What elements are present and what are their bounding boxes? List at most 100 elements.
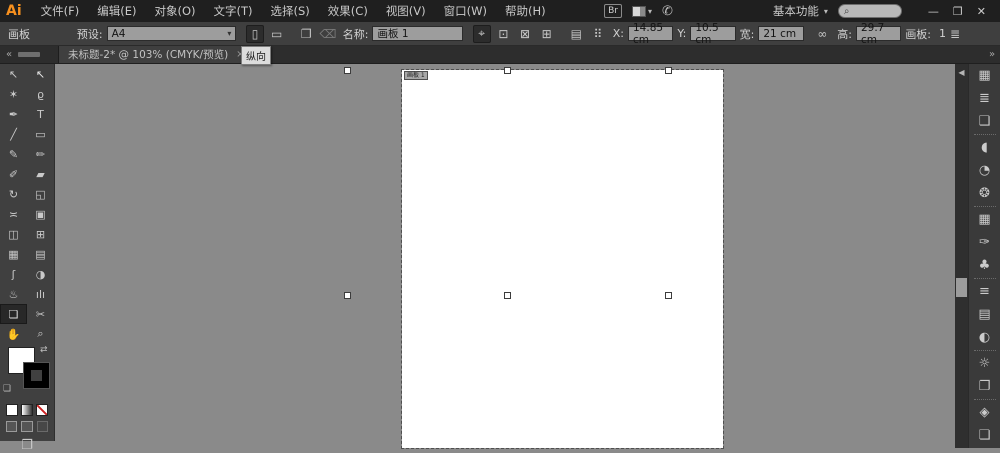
menu-file[interactable]: 文件(F) (32, 3, 89, 19)
dock-collapse-icon[interactable]: ◀ (955, 64, 968, 77)
delete-artboard-button[interactable]: ⌫ (319, 25, 337, 43)
screen-mode-button[interactable]: ❐ (0, 435, 54, 453)
blend-tool[interactable]: ◑ (27, 264, 54, 284)
handle-center[interactable] (504, 292, 511, 299)
height-input[interactable]: 29.7 cm (856, 26, 901, 41)
menu-view[interactable]: 视图(V) (377, 3, 435, 19)
artboard[interactable]: 画板 1 (402, 70, 723, 448)
menu-help[interactable]: 帮助(H) (496, 3, 555, 19)
line-segment-tool[interactable]: ╱ (0, 124, 27, 144)
portrait-orientation-button[interactable]: ▯ (246, 25, 264, 43)
handle-top-left[interactable] (344, 67, 351, 74)
minimize-button[interactable]: — (928, 5, 939, 18)
pen-tool[interactable]: ✒ (0, 104, 27, 124)
menu-type[interactable]: 文字(T) (205, 3, 262, 19)
handle-top-right[interactable] (665, 67, 672, 74)
close-button[interactable]: ✕ (977, 5, 986, 18)
collapse-toolbar-icon[interactable]: « (0, 46, 18, 63)
artboard-name-input[interactable]: 画板 1 (372, 26, 462, 41)
bridge-button[interactable]: Br (604, 4, 622, 18)
canvas-area[interactable]: 画板 1 (55, 64, 955, 448)
show-safe-area-button[interactable]: ⊞ (538, 25, 556, 43)
draw-inside-mode-button[interactable] (37, 421, 48, 432)
color-button[interactable] (6, 404, 18, 416)
transparency-panel-icon[interactable]: ◐ (969, 326, 1000, 349)
scrollbar-thumb[interactable] (956, 278, 967, 297)
lasso-tool[interactable]: ϱ (27, 84, 54, 104)
document-tab[interactable]: 未标题-2* @ 103% (CMYK/预览) × (58, 46, 255, 63)
symbol-sprayer-tool[interactable]: ♨ (0, 284, 27, 304)
none-button[interactable] (36, 404, 48, 416)
rotate-tool[interactable]: ↻ (0, 184, 27, 204)
preset-dropdown[interactable]: A4 ▾ (107, 26, 237, 41)
align-panel-icon[interactable]: ≣ (969, 87, 1000, 110)
landscape-orientation-button[interactable]: ▭ (268, 25, 286, 43)
artboard-options-button[interactable]: ▤ (567, 25, 585, 43)
graphic-styles-panel-icon[interactable]: ❐ (969, 375, 1000, 398)
workspace-switcher[interactable]: 基本功能 ▾ (773, 3, 828, 19)
swatches-panel-icon[interactable]: ▦ (969, 208, 1000, 231)
width-input[interactable]: 21 cm (758, 26, 803, 41)
direct-selection-tool[interactable]: ↖ (27, 64, 54, 84)
pencil-tool[interactable]: ✏ (27, 144, 54, 164)
search-input[interactable] (853, 6, 897, 17)
show-center-mark-button[interactable]: ⊡ (495, 25, 513, 43)
eyedropper-tool[interactable]: ʃ (0, 264, 27, 284)
rearrange-artboards-button[interactable]: ⠿ (589, 25, 607, 43)
x-input[interactable]: 14.85 cm (628, 26, 673, 41)
width-tool[interactable]: ≍ (0, 204, 27, 224)
handle-top-center[interactable] (504, 67, 511, 74)
kuler-panel-icon[interactable]: ❂ (969, 182, 1000, 205)
toolbar-header-grip[interactable] (18, 46, 58, 63)
handle-mid-left[interactable] (344, 292, 351, 299)
zoom-tool[interactable]: ⌕ (27, 324, 54, 344)
blob-brush-tool[interactable]: ✐ (0, 164, 27, 184)
draw-behind-mode-button[interactable] (21, 421, 32, 432)
stroke-color-swatch[interactable] (23, 362, 50, 389)
shape-builder-tool[interactable]: ◫ (0, 224, 27, 244)
menu-edit[interactable]: 编辑(E) (88, 3, 145, 19)
show-cross-hairs-button[interactable]: ⊠ (516, 25, 534, 43)
expand-dock-icon[interactable]: » (984, 46, 1000, 63)
restore-button[interactable]: ❐ (953, 5, 963, 18)
constrain-proportions-icon[interactable]: ∞ (814, 25, 832, 43)
gradient-button[interactable] (21, 404, 33, 416)
menu-select[interactable]: 选择(S) (262, 3, 319, 19)
stroke-panel-icon[interactable]: ≡ (969, 280, 1000, 303)
swap-fill-stroke-icon[interactable]: ⇄ (40, 345, 48, 355)
eraser-tool[interactable]: ▰ (27, 164, 54, 184)
control-panel-menu-icon[interactable]: ≣ (950, 27, 960, 41)
paintbrush-tool[interactable]: ✎ (0, 144, 27, 164)
handle-mid-right[interactable] (665, 292, 672, 299)
move-copy-artwork-button[interactable]: ⌖ (473, 25, 491, 43)
free-transform-tool[interactable]: ▣ (27, 204, 54, 224)
color-panel-icon[interactable]: ◖ (969, 136, 1000, 159)
color-guide-panel-icon[interactable]: ◔ (969, 159, 1000, 182)
y-input[interactable]: 10.5 cm (690, 26, 735, 41)
gradient-tool[interactable]: ▤ (27, 244, 54, 264)
appearance-panel-icon[interactable]: ☼ (969, 352, 1000, 375)
arrange-documents-button[interactable]: ▾ (632, 6, 652, 17)
layers-panel-icon[interactable]: ◈ (969, 401, 1000, 424)
draw-normal-mode-button[interactable] (6, 421, 17, 432)
rectangle-tool[interactable]: ▭ (27, 124, 54, 144)
gradient-panel-icon[interactable]: ▤ (969, 303, 1000, 326)
column-graph-tool[interactable]: ılı (27, 284, 54, 304)
mesh-tool[interactable]: ▦ (0, 244, 27, 264)
menu-window[interactable]: 窗口(W) (435, 3, 496, 19)
hand-tool[interactable]: ✋ (0, 324, 27, 344)
brushes-panel-icon[interactable]: ✑ (969, 231, 1000, 254)
menu-object[interactable]: 对象(O) (145, 3, 204, 19)
selection-tool[interactable]: ↖ (0, 64, 27, 84)
menu-effect[interactable]: 效果(C) (319, 3, 377, 19)
default-fill-stroke-icon[interactable]: ❏ (3, 384, 11, 394)
slice-tool[interactable]: ✂ (27, 304, 54, 324)
perspective-grid-tool[interactable]: ⊞ (27, 224, 54, 244)
pathfinder-panel-icon[interactable]: ❑ (969, 110, 1000, 133)
symbols-panel-icon[interactable]: ♣ (969, 254, 1000, 277)
scale-tool[interactable]: ◱ (27, 184, 54, 204)
artboard-tool[interactable]: ❏ (0, 304, 27, 324)
cs-live-icon[interactable]: ✆ (662, 4, 673, 19)
artboards-panel-icon[interactable]: ❏ (969, 424, 1000, 447)
new-artboard-button[interactable]: ❐ (297, 25, 315, 43)
